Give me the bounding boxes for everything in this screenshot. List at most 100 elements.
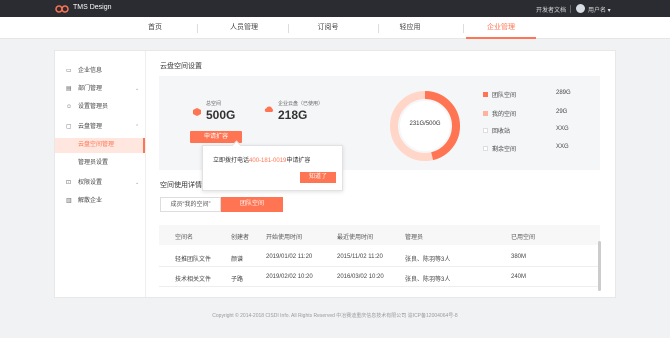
legend-name: 回收站 [492,129,511,135]
chevron-down-icon: ⌄ [135,180,140,186]
nav-light-apps[interactable]: 轻应用 [375,17,445,39]
legend-swatch [483,92,488,97]
storage-section-title: 云盘空间设置 [160,63,202,70]
top-bar: TMS Design 开发者文档 用户名 ▾ [0,0,670,17]
nav-divider [463,24,464,33]
user-icon: ☺ [66,104,73,110]
tab-member-space[interactable]: 成员“我的空间” [160,197,221,212]
cell-used-space: 380M [511,254,527,260]
trash-icon: ▥ [66,198,72,204]
sidebar-item-label: 设置管理员 [78,104,109,110]
monitor-icon: ▭ [66,68,72,74]
main-panel: ▭ 企业信息 ▤ 部门管理 ⌄ ☺ 设置管理员 ▢ 云盘管理 ⌃ 云盘空间管理 … [54,50,616,298]
cell-creator: 子路 [231,277,244,283]
legend-swatch [483,111,488,116]
sidebar-item-label: 管理员设置 [78,160,109,166]
used-space-label: 企业云盘（已使用） [278,101,324,107]
cell-start-time: 2019/01/02 11:20 [266,254,313,260]
popover-message: 立即拨打电话400-181-0019申请扩容 [213,155,310,164]
legend-swatch [483,146,488,151]
legend-name: 团队空间 [492,93,517,99]
sidebar-item-cloud[interactable]: ▢ 云盘管理 ⌃ [55,120,145,135]
legend-team-space: 团队空间 289G [483,90,593,100]
cell-space-name: 轻推团队文件 [175,257,212,263]
tab-team-space[interactable]: 团队空间 [221,197,283,212]
column-header: 创建者 [231,235,250,241]
content-area: 云盘空间设置 总空间 500G 企业云盘（已使用） 218G 申请扩容 231G… [147,51,615,297]
popover-phone[interactable]: 400-181-0019 [249,158,286,164]
cell-admins: 张良、陈羽等3人 [405,277,451,283]
legend-name: 剩余空间 [492,147,517,153]
sidebar-item-admins[interactable]: ☺ 设置管理员 [55,100,145,115]
column-header: 管理员 [405,235,424,241]
column-header: 最近使用时间 [337,235,374,241]
developer-docs-link[interactable]: 开发者文档 [536,5,566,14]
nav-subscription[interactable]: 订阅号 [293,17,363,39]
nav-divider [288,24,289,33]
cell-space-name: 技术相关文件 [175,277,212,283]
main-nav: 首页 人员管理 订阅号 轻应用 企业管理 [0,17,670,39]
legend-value: 289G [556,90,571,96]
usage-ring-label: 231G/500G [409,121,441,127]
sidebar-item-label: 云盘管理 [78,124,103,130]
legend-value: XXG [556,126,569,132]
user-menu[interactable]: 用户名 ▾ [588,5,611,14]
cell-start-time: 2019/02/02 10:20 [266,274,313,280]
footer-copyright: Copyright © 2014-2018 CISDI Info. All Ri… [212,313,458,319]
avatar[interactable] [576,4,585,13]
nav-divider [197,24,198,33]
brand-name: TMS Design [73,4,112,11]
table-header: 空间名 创建者 开始使用时间 最近使用时间 管理员 已用空间 [159,225,600,245]
sidebar-item-label: 部门管理 [78,86,103,92]
nav-enterprise[interactable]: 企业管理 [466,17,536,39]
legend-my-space: 我的空间 29G [483,109,593,119]
sidebar-item-company-info[interactable]: ▭ 企业信息 [55,64,145,79]
popover-ok-button[interactable]: 知道了 [300,172,336,183]
sidebar-item-departments[interactable]: ▤ 部门管理 ⌄ [55,82,145,97]
table-row[interactable]: 轻推团队文件 颜谱 2019/01/02 11:20 2015/11/02 11… [159,247,600,267]
popover-text-after: 申请扩容 [286,158,311,164]
cloud-icon: ▢ [66,124,72,130]
chevron-down-icon: ⌄ [135,86,140,92]
cell-last-used: 2016/03/02 10:20 [337,274,384,280]
popover-text-before: 立即拨打电话 [213,158,250,164]
legend-value: 29G [556,109,568,115]
column-header: 开始使用时间 [266,235,303,241]
legend-name: 我的空间 [492,112,517,118]
cell-used-space: 240M [511,274,527,280]
total-space-label: 总空间 [206,101,222,107]
cell-last-used: 2015/11/02 11:20 [337,254,383,260]
cell-admins: 张良、陈羽等3人 [405,257,451,263]
sidebar-item-admin-settings[interactable]: 管理员设置 [55,156,145,171]
sidebar-item-label: 企业信息 [78,68,103,74]
table-row[interactable]: 技术相关文件 子路 2019/02/02 10:20 2016/03/02 10… [159,267,600,287]
legend-remaining: 剩余空间 XXG [483,144,593,154]
usage-tabs: 成员“我的空间” 团队空间 [160,197,283,212]
brand-logo-icon[interactable] [55,4,69,13]
sidebar-item-label: 云盘空间管理 [78,142,115,148]
legend-recycle-bin: 回收站 XXG [483,126,593,136]
divider [570,5,571,13]
usage-section-title: 空间使用详情 [160,182,202,189]
box-icon [193,108,201,116]
sidebar: ▭ 企业信息 ▤ 部门管理 ⌄ ☺ 设置管理员 ▢ 云盘管理 ⌃ 云盘空间管理 … [55,51,146,297]
chevron-up-icon: ⌃ [135,124,140,130]
sidebar-item-label: 权限设置 [78,180,103,186]
lock-icon: ⊡ [66,180,72,186]
legend-swatch [483,128,488,133]
cloud-icon [264,106,274,112]
nav-home[interactable]: 首页 [120,17,190,39]
legend-value: XXG [556,144,569,150]
sidebar-item-dissolve[interactable]: ▥ 解散企业 [55,194,145,209]
sidebar-item-cloud-space[interactable]: 云盘空间管理 [55,138,145,153]
nav-people[interactable]: 人员管理 [209,17,279,39]
sidebar-item-permissions[interactable]: ⊡ 权限设置 ⌄ [55,176,145,191]
expansion-popover: 立即拨打电话400-181-0019申请扩容 知道了 [202,145,343,191]
sidebar-item-label: 解散企业 [78,198,103,204]
cell-creator: 颜谱 [231,257,244,263]
building-icon: ▤ [66,86,72,92]
used-space-value: 218G [278,108,308,122]
table-scrollbar[interactable] [598,241,601,291]
total-space-value: 500G [206,108,236,122]
column-header: 空间名 [175,235,194,241]
